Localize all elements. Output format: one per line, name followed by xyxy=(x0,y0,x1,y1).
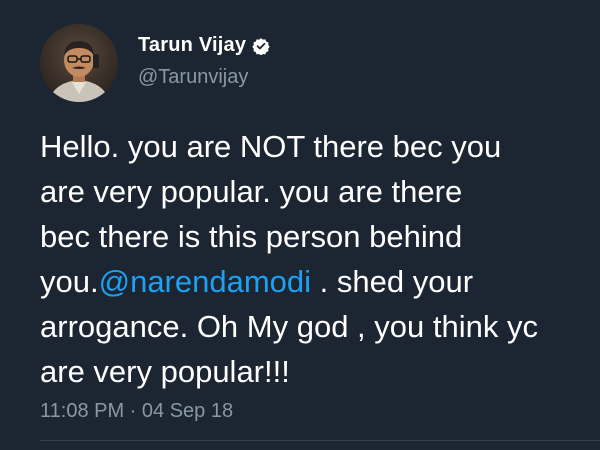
tweet-line: are very popular!!! xyxy=(40,354,290,389)
tweet-line: Hello. you are NOT there bec you xyxy=(40,129,502,164)
tweet-body: Hello. you are NOT there bec you are ver… xyxy=(40,124,600,394)
avatar[interactable] xyxy=(40,24,118,102)
tweet-line: bec there is this person behind xyxy=(40,219,463,254)
tweet-timestamp[interactable]: 11:08 PM · 04 Sep 18 xyxy=(40,400,233,423)
tweet-line: you.@narendamodi . shed your xyxy=(40,259,600,304)
author-display-name[interactable]: Tarun Vijay xyxy=(138,34,246,57)
verified-badge-icon xyxy=(252,37,270,56)
tweet-line-suffix: . shed your xyxy=(311,264,474,299)
mention-link[interactable]: @narendamodi xyxy=(99,264,311,299)
tweet-line: are very popular. you are there xyxy=(40,174,463,209)
author-handle[interactable]: @Tarunvijay xyxy=(138,66,248,89)
author-name-row[interactable]: Tarun Vijay xyxy=(138,34,270,57)
profile-photo-icon xyxy=(40,24,118,102)
tweet-card: Tarun Vijay @Tarunvijay Hello. you are N… xyxy=(0,0,600,450)
divider xyxy=(40,440,600,441)
tweet-line-prefix: you. xyxy=(40,264,99,299)
tweet-line: arrogance. Oh My god , you think yc xyxy=(40,309,538,344)
